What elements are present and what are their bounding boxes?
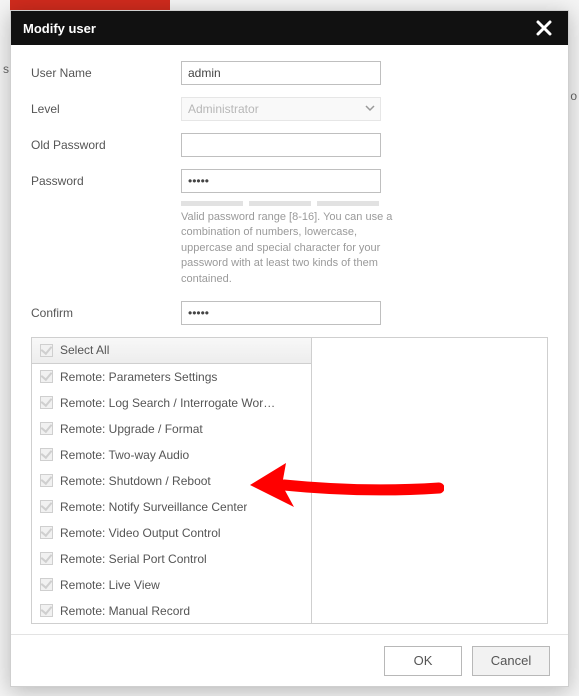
permission-checkbox[interactable] <box>40 578 53 591</box>
permission-item[interactable]: Remote: Two-way Audio <box>32 442 311 468</box>
permission-checkbox[interactable] <box>40 474 53 487</box>
permission-checkbox[interactable] <box>40 526 53 539</box>
permission-item[interactable]: Remote: Shutdown / Reboot <box>32 468 311 494</box>
permission-label: Remote: Serial Port Control <box>60 552 207 566</box>
permission-checkbox[interactable] <box>40 422 53 435</box>
permissions-left: Select All Remote: Parameters SettingsRe… <box>32 338 312 623</box>
strength-seg-2 <box>249 201 311 206</box>
select-all-checkbox[interactable] <box>40 344 53 357</box>
row-level: Level Administrator <box>31 97 548 121</box>
row-confirm: Confirm <box>31 301 548 325</box>
row-password: Password <box>31 169 548 193</box>
old-password-input[interactable] <box>181 133 381 157</box>
username-input[interactable] <box>181 61 381 85</box>
permission-label: Remote: Notify Surveillance Center <box>60 500 247 514</box>
background-tab-strip <box>10 0 170 10</box>
permission-checkbox[interactable] <box>40 448 53 461</box>
permission-label: Remote: Log Search / Interrogate Wor… <box>60 396 275 410</box>
permission-item[interactable]: Remote: Upgrade / Format <box>32 416 311 442</box>
level-select: Administrator <box>181 97 381 121</box>
permission-checkbox[interactable] <box>40 370 53 383</box>
permission-checkbox[interactable] <box>40 604 53 617</box>
bg-right-char: o <box>570 89 577 103</box>
permission-label: Remote: Upgrade / Format <box>60 422 203 436</box>
permission-item[interactable]: Remote: Video Output Control <box>32 520 311 546</box>
permissions-header: Select All <box>32 338 311 364</box>
row-old-password: Old Password <box>31 133 548 157</box>
permission-label: Remote: Shutdown / Reboot <box>60 474 211 488</box>
label-level: Level <box>31 102 181 116</box>
permission-checkbox[interactable] <box>40 396 53 409</box>
permission-label: Remote: Two-way Audio <box>60 448 189 462</box>
select-all-label: Select All <box>60 343 109 357</box>
permission-label: Remote: Parameters Settings <box>60 370 217 384</box>
permission-checkbox[interactable] <box>40 500 53 513</box>
permission-item[interactable]: Remote: Manual Record <box>32 598 311 623</box>
permission-item[interactable]: Remote: Live View <box>32 572 311 598</box>
dialog-title: Modify user <box>23 21 532 36</box>
permissions-panel: Select All Remote: Parameters SettingsRe… <box>31 337 548 624</box>
dialog-header: Modify user <box>11 11 568 45</box>
label-confirm: Confirm <box>31 306 181 320</box>
password-input[interactable] <box>181 169 381 193</box>
bg-left-char: s <box>3 62 9 76</box>
permission-item[interactable]: Remote: Serial Port Control <box>32 546 311 572</box>
row-username: User Name <box>31 61 548 85</box>
password-hint: Valid password range [8-16]. You can use… <box>181 210 401 287</box>
password-strength-meter <box>181 201 548 206</box>
label-old-password: Old Password <box>31 138 181 152</box>
permission-item[interactable]: Remote: Notify Surveillance Center <box>32 494 311 520</box>
close-icon <box>536 20 552 36</box>
modify-user-dialog: Modify user User Name Level Administrato… <box>10 10 569 687</box>
close-button[interactable] <box>532 16 556 40</box>
label-username: User Name <box>31 66 181 80</box>
permission-item[interactable]: Remote: Log Search / Interrogate Wor… <box>32 390 311 416</box>
permissions-right <box>312 338 547 623</box>
cancel-button[interactable]: Cancel <box>472 646 550 676</box>
permission-label: Remote: Live View <box>60 578 160 592</box>
ok-button[interactable]: OK <box>384 646 462 676</box>
permission-label: Remote: Video Output Control <box>60 526 221 540</box>
confirm-input[interactable] <box>181 301 381 325</box>
label-password: Password <box>31 174 181 188</box>
permissions-list[interactable]: Remote: Parameters Settings Remote: Log S… <box>32 364 311 623</box>
permission-checkbox[interactable] <box>40 552 53 565</box>
permission-item[interactable]: Remote: Parameters Settings <box>32 364 311 390</box>
strength-seg-3 <box>317 201 379 206</box>
dialog-body: User Name Level Administrator Old Passwo… <box>11 45 568 634</box>
dialog-footer: OK Cancel <box>11 634 568 686</box>
strength-seg-1 <box>181 201 243 206</box>
permission-label: Remote: Manual Record <box>60 604 190 618</box>
